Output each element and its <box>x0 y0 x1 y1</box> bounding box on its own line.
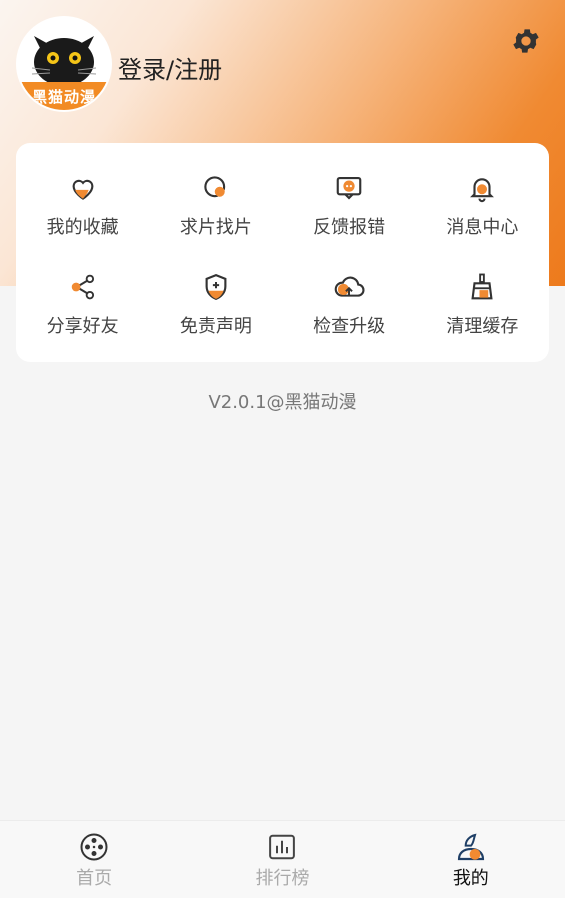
menu-item-label: 消息中心 <box>446 216 519 238</box>
login-register-link[interactable]: 登录/注册 <box>118 50 222 85</box>
avatar[interactable]: 黑猫动漫 <box>16 16 112 112</box>
settings-button[interactable] <box>507 22 545 60</box>
tab-label: 排行榜 <box>255 867 310 889</box>
avatar-caption: 黑猫动漫 <box>18 82 110 110</box>
menu-card: 我的收藏 求片找片 反馈报错 消息中心 分享好友 免责声明 检查升级 清理缓存 <box>16 143 549 362</box>
gear-icon <box>513 29 539 53</box>
menu-item-share[interactable]: 分享好友 <box>16 255 149 355</box>
menu-item-label: 清理缓存 <box>446 316 519 338</box>
tab-label: 我的 <box>452 867 489 889</box>
feedback-icon <box>332 171 366 205</box>
heart-icon <box>66 171 100 205</box>
version-text: V2.0.1@黑猫动漫 <box>208 392 357 413</box>
profile-page: 黑猫动漫 登录/注册 我的收藏 求片找片 反馈报错 消息中心 分享好友 免责声明… <box>0 0 565 898</box>
film-reel-icon <box>77 830 111 864</box>
profile-icon <box>454 830 488 864</box>
menu-item-disclaimer[interactable]: 免责声明 <box>149 255 282 355</box>
tab-label: 首页 <box>76 867 113 889</box>
chart-icon <box>265 830 299 864</box>
menu-item-check-update[interactable]: 检查升级 <box>283 255 416 355</box>
menu-item-label: 我的收藏 <box>46 216 119 238</box>
menu-item-request-film[interactable]: 求片找片 <box>149 155 282 255</box>
shield-icon <box>199 270 233 304</box>
cloud-upload-icon <box>332 270 366 304</box>
tab-ranking[interactable]: 排行榜 <box>188 821 376 898</box>
menu-item-label: 求片找片 <box>179 216 252 238</box>
menu-item-label: 分享好友 <box>46 316 119 338</box>
share-icon <box>66 270 100 304</box>
menu-item-clear-cache[interactable]: 清理缓存 <box>416 255 549 355</box>
bell-icon <box>465 171 499 205</box>
menu-item-label: 检查升级 <box>313 316 386 338</box>
broom-icon <box>465 270 499 304</box>
menu-item-favorites[interactable]: 我的收藏 <box>16 155 149 255</box>
menu-item-label: 反馈报错 <box>313 216 386 238</box>
search-film-icon <box>199 171 233 205</box>
menu-item-feedback[interactable]: 反馈报错 <box>283 155 416 255</box>
menu-item-label: 免责声明 <box>179 316 252 338</box>
bottom-tab-bar: 首页 排行榜 我的 <box>0 820 565 898</box>
menu-item-messages[interactable]: 消息中心 <box>416 155 549 255</box>
tab-mine[interactable]: 我的 <box>377 821 565 898</box>
tab-home[interactable]: 首页 <box>0 821 188 898</box>
